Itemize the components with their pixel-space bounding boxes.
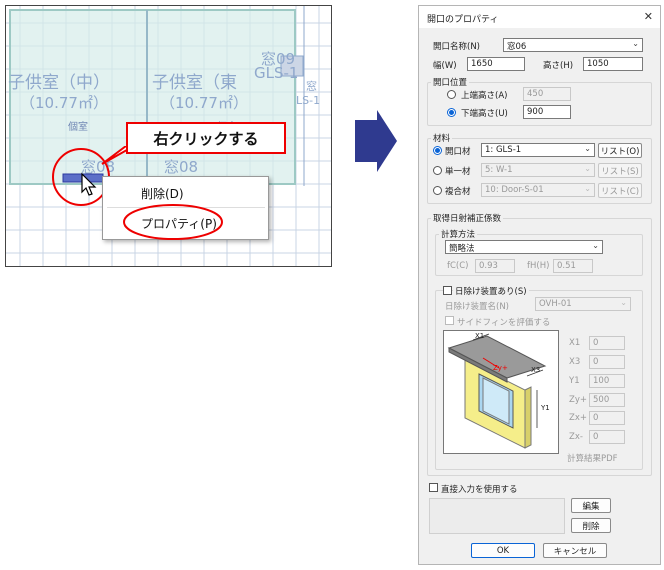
edit-button[interactable]: 編集 xyxy=(571,498,611,513)
dialog-title: 開口のプロパティ xyxy=(427,15,499,25)
menu-item-delete[interactable]: 削除(D) xyxy=(103,185,268,202)
window-right-code: LS-1 xyxy=(296,94,321,107)
cancel-button[interactable]: キャンセル xyxy=(543,543,607,558)
calc-value: 簡略法 xyxy=(449,244,475,254)
list2-button[interactable]: リスト(S) xyxy=(598,163,642,178)
mat1-value: 1: GLS-1 xyxy=(485,145,522,155)
chevron-down-icon: ⌄ xyxy=(592,241,599,250)
direct-label: 直接入力を使用する xyxy=(441,485,518,495)
solar-group-title: 取得日射補正係数 xyxy=(431,212,504,224)
material-group-title: 材料 xyxy=(431,132,453,144)
shading-diagram xyxy=(443,330,559,454)
chevron-down-icon: ⌄ xyxy=(632,39,639,48)
diagram-y1: Y1 xyxy=(541,404,550,412)
calc-select[interactable]: 簡略法 ⌄ xyxy=(445,240,603,254)
mat2-value: 5: W-1 xyxy=(485,165,513,175)
room1-area: （10.77㎡） xyxy=(20,94,108,112)
side-fin-label: サイドフィンを評価する xyxy=(457,318,551,328)
lower-radio[interactable] xyxy=(447,108,456,117)
title-bar: 開口のプロパティ ✕ xyxy=(419,6,660,28)
mat1-label: 開口材 xyxy=(445,147,471,157)
list1-button[interactable]: リスト(O) xyxy=(598,143,642,158)
fc-label: fC(C) xyxy=(447,261,469,271)
side-fin-checkbox[interactable] xyxy=(445,316,454,325)
direct-checkbox[interactable] xyxy=(429,483,438,492)
chevron-down-icon: ⌄ xyxy=(584,184,591,193)
mat2-select[interactable]: 5: W-1 ⌄ xyxy=(481,163,595,177)
direct-input-area[interactable] xyxy=(429,498,565,534)
param-input[interactable]: 0 xyxy=(589,411,625,425)
param-label: Zy+ xyxy=(569,395,587,405)
diagram-zy: Zy+ xyxy=(493,364,508,372)
width-input[interactable]: 1650 xyxy=(467,57,525,71)
properties-highlight xyxy=(123,204,223,240)
calc-group-title: 計算方法 xyxy=(439,228,478,240)
chevron-down-icon: ⌄ xyxy=(584,164,591,173)
fh-input[interactable]: 0.51 xyxy=(553,259,593,273)
close-icon[interactable]: ✕ xyxy=(644,10,653,23)
list3-button[interactable]: リスト(C) xyxy=(598,183,642,198)
name-select[interactable]: 窓06 ⌄ xyxy=(503,38,643,52)
param-input[interactable]: 100 xyxy=(589,374,625,388)
param-input[interactable]: 0 xyxy=(589,355,625,369)
fh-label: fH(H) xyxy=(527,261,550,271)
lower-label: 下端高さ(U) xyxy=(461,109,508,119)
window-right-label: 窓 xyxy=(306,80,317,93)
mat3-value: 10: Door-S-01 xyxy=(485,185,544,195)
param-label: Zx+ xyxy=(569,413,587,423)
room2-area: （10.77㎡） xyxy=(160,94,248,112)
mat1-select[interactable]: 1: GLS-1 ⌄ xyxy=(481,143,595,157)
shade-check-label: 日除け装置あり(S) xyxy=(453,285,529,297)
delete-button[interactable]: 削除 xyxy=(571,518,611,533)
diagram-x3: X3 xyxy=(531,366,541,374)
cad-view[interactable]: 子供室（中） （10.77㎡） 子供室（東 （10.77㎡） 窓09 GLS-1… xyxy=(5,5,332,267)
name-select-value: 窓06 xyxy=(507,42,527,52)
shade-name-value: OVH-01 xyxy=(539,299,572,309)
room1-icon: 個室 xyxy=(68,122,88,133)
pdf-label[interactable]: 計算結果PDF xyxy=(567,452,618,464)
mat3-label: 複合材 xyxy=(445,187,471,197)
window-top-code: GLS-1 xyxy=(254,64,299,82)
ok-button[interactable]: OK xyxy=(471,543,535,558)
mat1-radio[interactable] xyxy=(433,146,442,155)
position-group-title: 開口位置 xyxy=(431,76,470,88)
upper-input[interactable]: 450 xyxy=(523,87,571,101)
height-input[interactable]: 1050 xyxy=(583,57,643,71)
param-input[interactable]: 0 xyxy=(589,430,625,444)
room2-name: 子供室（東 xyxy=(152,73,237,93)
lower-input[interactable]: 900 xyxy=(523,105,571,119)
callout-box: 右クリックする xyxy=(126,122,286,154)
upper-label: 上端高さ(A) xyxy=(461,91,508,101)
chevron-down-icon: ⌄ xyxy=(584,144,591,153)
upper-radio[interactable] xyxy=(447,90,456,99)
diagram-x1: X1 xyxy=(475,332,485,340)
chevron-down-icon: ⌄ xyxy=(620,298,627,307)
room1-name: 子供室（中） xyxy=(8,73,110,93)
param-input[interactable]: 500 xyxy=(589,393,625,407)
param-label: X3 xyxy=(569,357,581,367)
shade-name-select[interactable]: OVH-01 ⌄ xyxy=(535,297,631,311)
param-label: X1 xyxy=(569,338,581,348)
param-label: Zx- xyxy=(569,432,583,442)
next-step-arrow xyxy=(355,110,397,172)
mat3-radio[interactable] xyxy=(433,186,442,195)
fc-input[interactable]: 0.93 xyxy=(475,259,515,273)
shade-checkbox[interactable] xyxy=(443,286,452,295)
mat2-radio[interactable] xyxy=(433,166,442,175)
param-label: Y1 xyxy=(569,376,580,386)
name-label: 開口名称(N) xyxy=(433,42,480,52)
properties-dialog: 開口のプロパティ ✕ 開口名称(N) 窓06 ⌄ 幅(W) 1650 高さ(H)… xyxy=(418,5,661,565)
shade-name-label: 日除け装置名(N) xyxy=(445,302,509,312)
height-label: 高さ(H) xyxy=(543,61,574,71)
param-input[interactable]: 0 xyxy=(589,336,625,350)
mouse-cursor-icon xyxy=(81,172,97,196)
width-label: 幅(W) xyxy=(433,61,457,71)
mat3-select[interactable]: 10: Door-S-01 ⌄ xyxy=(481,183,595,197)
window-label-2[interactable]: 窓08 xyxy=(164,156,198,177)
mat2-label: 単一材 xyxy=(445,167,471,177)
